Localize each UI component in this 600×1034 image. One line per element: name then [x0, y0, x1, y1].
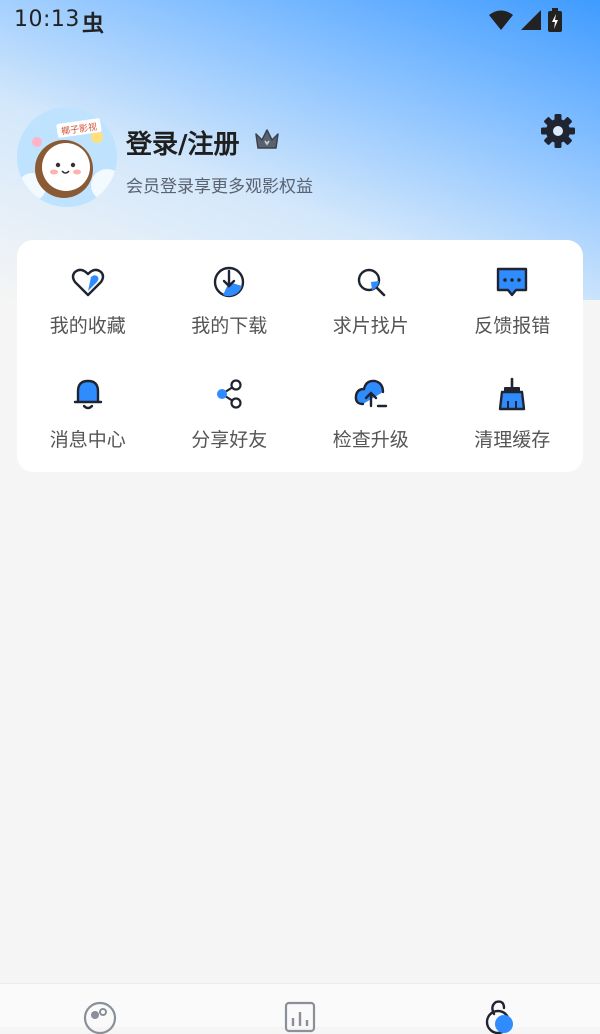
- menu-item-share[interactable]: 分享好友: [159, 356, 301, 472]
- battery-icon: [548, 8, 562, 32]
- cloud-upload-icon: [354, 379, 387, 408]
- menu-card: 我的收藏 我的下载 求片找片 反馈报错 消息中心 分享好友 检查升级 清理缓存: [17, 240, 583, 472]
- status-icons: [488, 8, 562, 32]
- home-tab-icon[interactable]: [82, 998, 118, 1034]
- profile-tab-icon[interactable]: [482, 998, 518, 1034]
- coconut-avatar-image: 椰子影视: [17, 107, 117, 207]
- search-icon: [357, 268, 386, 297]
- settings-icon[interactable]: [540, 113, 576, 149]
- ranking-tab-icon[interactable]: [282, 998, 318, 1034]
- broom-icon: [499, 377, 526, 411]
- menu-item-label: 我的收藏: [49, 315, 126, 337]
- app-notification-icon: 虫: [82, 12, 105, 37]
- status-time: 10:13: [14, 7, 80, 32]
- login-register-link[interactable]: 登录/注册: [126, 124, 240, 161]
- menu-item-request-movies[interactable]: 求片找片: [300, 240, 442, 356]
- menu-grid: 我的收藏 我的下载 求片找片 反馈报错 消息中心 分享好友 检查升级 清理缓存: [17, 240, 583, 472]
- menu-item-downloads[interactable]: 我的下载: [159, 240, 301, 356]
- login-subtitle: 会员登录享更多观影权益: [126, 177, 313, 197]
- download-icon: [214, 266, 245, 298]
- crown-icon: [255, 129, 279, 149]
- menu-item-label: 清理缓存: [474, 429, 551, 451]
- avatar[interactable]: 椰子影视: [17, 107, 117, 207]
- bottom-nav: [0, 983, 600, 1034]
- menu-item-label: 分享好友: [191, 429, 268, 451]
- menu-item-favorites[interactable]: 我的收藏: [17, 240, 159, 356]
- menu-item-label: 求片找片: [332, 315, 409, 337]
- menu-item-clear-cache[interactable]: 清理缓存: [442, 356, 584, 472]
- menu-item-label: 检查升级: [332, 429, 409, 451]
- menu-item-feedback[interactable]: 反馈报错: [442, 240, 584, 356]
- bell-icon: [73, 379, 102, 410]
- menu-item-messages[interactable]: 消息中心: [17, 356, 159, 472]
- menu-item-label: 消息中心: [49, 429, 126, 451]
- feedback-icon: [497, 267, 528, 297]
- status-bar: 10:13 虫: [0, 0, 600, 40]
- share-icon: [217, 379, 242, 409]
- wifi-icon: [489, 10, 513, 30]
- heart-icon: [71, 268, 104, 297]
- menu-item-label: 反馈报错: [474, 315, 551, 337]
- menu-item-check-update[interactable]: 检查升级: [300, 356, 442, 472]
- signal-icon: [521, 10, 541, 30]
- menu-item-label: 我的下载: [191, 315, 268, 337]
